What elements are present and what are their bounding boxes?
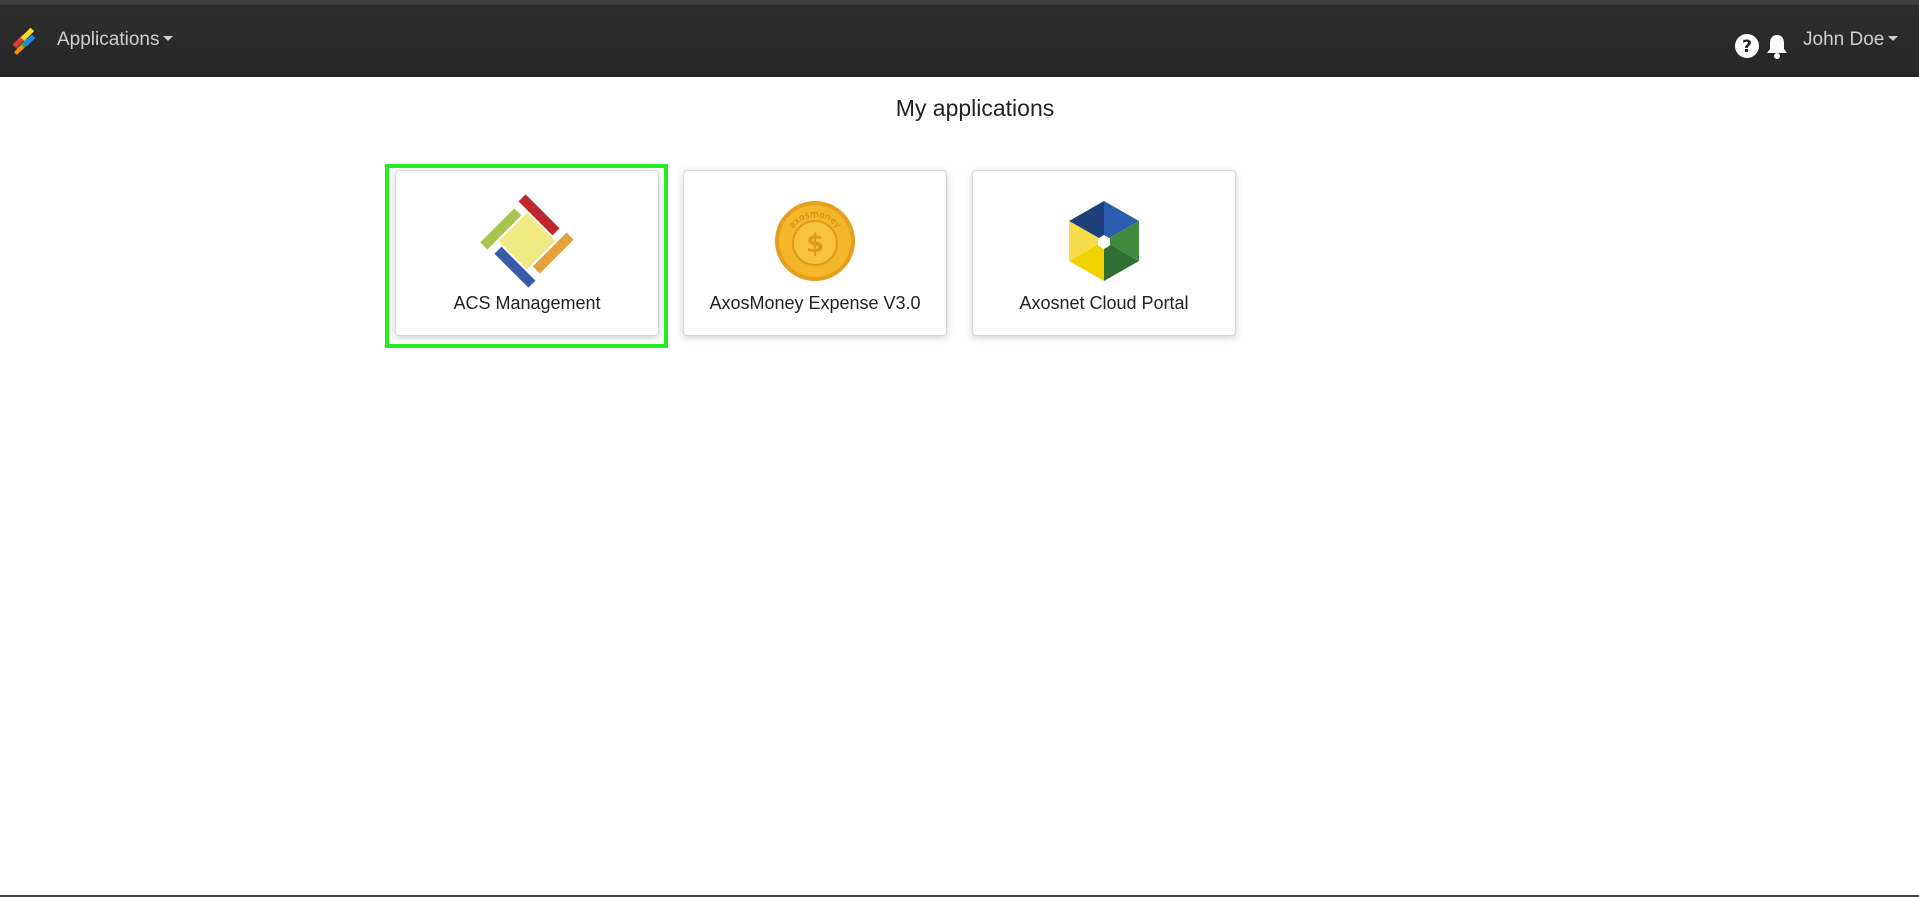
app-card-label: AxosMoney Expense V3.0 xyxy=(709,293,921,313)
svg-text:?: ? xyxy=(1742,37,1752,57)
bell-icon[interactable] xyxy=(1764,32,1790,60)
applications-menu-label: Applications xyxy=(57,29,160,50)
help-icon[interactable]: ? xyxy=(1734,33,1760,59)
user-name: John Doe xyxy=(1803,29,1885,50)
app-card-label: Axosnet Cloud Portal xyxy=(1019,293,1189,313)
acs-management-icon xyxy=(480,194,574,288)
axosmoney-coin-icon: $ axosmoney xyxy=(775,201,855,281)
app-card-acs-management[interactable]: ACS Management xyxy=(395,170,659,336)
app-card-label: ACS Management xyxy=(453,293,601,313)
svg-text:$: $ xyxy=(806,229,824,259)
app-card-axosnet-cloud-portal[interactable]: Axosnet Cloud Portal xyxy=(972,170,1236,336)
page-title: My applications xyxy=(895,95,1055,121)
chevron-down-icon xyxy=(1888,35,1899,41)
cloud-portal-cube-icon xyxy=(1069,201,1139,281)
chevron-down-icon xyxy=(163,35,174,41)
app-logo-icon[interactable] xyxy=(10,26,38,56)
top-navbar: Applications ? John Doe xyxy=(0,0,1919,77)
applications-menu[interactable]: Applications xyxy=(57,29,174,51)
user-menu[interactable]: John Doe xyxy=(1803,29,1899,51)
app-card-axosmoney-expense[interactable]: $ axosmoney AxosMoney Expense V3.0 xyxy=(683,170,947,336)
